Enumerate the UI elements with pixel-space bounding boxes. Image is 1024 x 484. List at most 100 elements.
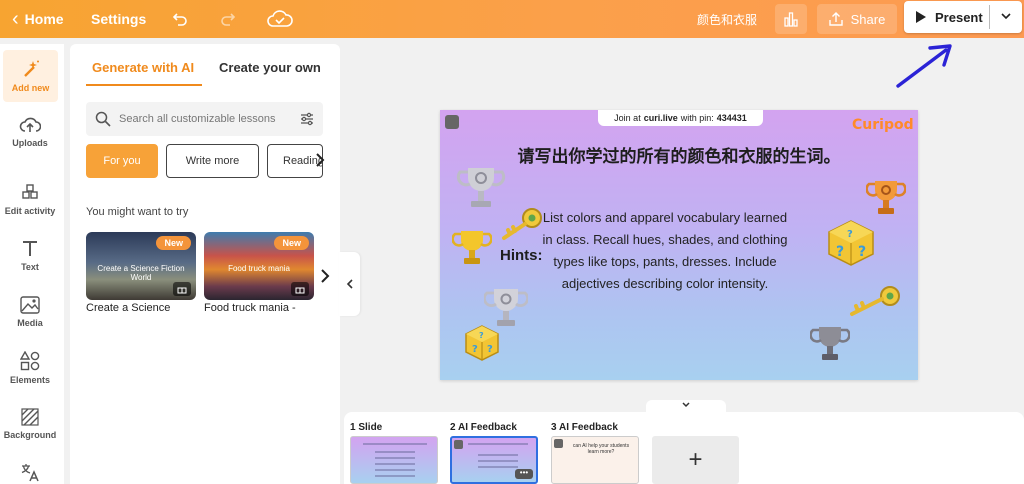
slide-thumb-label: 2 AI Feedback	[450, 422, 517, 433]
present-label: Present	[935, 9, 983, 25]
active-tab-indicator	[86, 84, 202, 86]
curipod-logo: Curipod	[852, 117, 914, 133]
silver-trophy-icon	[456, 168, 506, 207]
thumb-text: can AI help your students learn more?	[572, 443, 630, 455]
suggestion-card[interactable]: New Food truck mania	[204, 232, 314, 300]
home-label: Home	[24, 11, 64, 27]
join-pin-bar: Join at curi.live with pin: 434431	[598, 110, 763, 126]
card-title[interactable]: Create a Science	[86, 302, 170, 314]
rail-label: Edit activity	[4, 206, 56, 216]
chevron-down-icon	[682, 402, 690, 408]
rail-translate[interactable]	[0, 448, 60, 484]
top-bar: ‹ Home Settings 颜色和衣服 Share	[0, 0, 1024, 38]
chip-write-more[interactable]: Write more	[166, 144, 259, 178]
thumb-line	[478, 454, 518, 456]
slide-thumbnail-selected[interactable]: •••	[450, 436, 538, 484]
present-button[interactable]: Present	[904, 1, 1022, 33]
gift-icon	[173, 282, 191, 296]
rail-edit-activity[interactable]: Edit activity	[0, 174, 60, 226]
slide-filmstrip: 1 Slide 2 AI Feedback 3 AI Feedback ••• …	[344, 412, 1024, 484]
rail-label: Text	[21, 262, 39, 272]
rail-background[interactable]: Background	[0, 398, 60, 450]
question-cube-icon: ???	[828, 220, 874, 266]
join-mid: with pin:	[680, 113, 714, 123]
thumb-line	[375, 463, 415, 465]
rail-add-new[interactable]: Add new	[3, 50, 58, 102]
magic-wand-icon	[23, 60, 39, 77]
annotation-arrow-icon	[896, 44, 952, 88]
share-button[interactable]: Share	[817, 4, 897, 34]
cubes-icon	[22, 184, 38, 199]
stats-button[interactable]	[775, 4, 807, 34]
present-divider	[989, 5, 990, 29]
more-options-button[interactable]: •••	[515, 469, 533, 479]
question-cube-icon: ???	[465, 325, 499, 361]
add-slide-button[interactable]: +	[652, 436, 739, 484]
text-t-icon	[23, 241, 37, 256]
rail-label: Media	[17, 318, 43, 328]
thumb-line	[375, 451, 415, 453]
slide-thumb-label: 1 Slide	[350, 422, 383, 433]
tab-generate-with-ai[interactable]: Generate with AI	[92, 60, 194, 75]
card-caption: Food truck mania	[228, 264, 290, 273]
gold-key-icon	[850, 286, 900, 316]
suggestion-card[interactable]: New Create a Science Fiction World	[86, 232, 196, 300]
rail-text[interactable]: Text	[0, 230, 60, 282]
search-placeholder: Search all customizable lessons	[119, 113, 276, 125]
thumb-line	[478, 466, 518, 468]
lesson-title[interactable]: 颜色和衣服	[697, 0, 757, 38]
thumb-line	[375, 469, 415, 471]
play-icon	[916, 11, 926, 23]
rail-elements[interactable]: Elements	[0, 342, 60, 394]
slide-type-icon	[554, 439, 563, 448]
chevron-right-icon[interactable]	[319, 268, 331, 284]
undo-icon[interactable]	[172, 0, 188, 38]
svg-text:?: ?	[487, 344, 493, 355]
expand-filmstrip-button[interactable]	[646, 400, 726, 412]
redo-icon[interactable]	[220, 0, 236, 38]
hint-text[interactable]: List colors and apparel vocabulary learn…	[540, 207, 790, 295]
home-button[interactable]: ‹ Home	[12, 0, 64, 38]
rail-label: Add new	[11, 83, 50, 93]
search-icon	[95, 111, 111, 127]
lesson-search-input[interactable]: Search all customizable lessons	[86, 102, 323, 136]
hints-label[interactable]: Hints:	[500, 247, 543, 264]
chevron-down-icon[interactable]	[999, 9, 1013, 23]
settings-button[interactable]: Settings	[91, 0, 146, 38]
translate-icon	[21, 464, 39, 482]
rail-label: Elements	[9, 375, 51, 385]
join-pin: 434431	[716, 113, 747, 123]
collapse-panel-button[interactable]	[339, 252, 360, 316]
new-badge: New	[274, 236, 309, 250]
rail-label: Uploads	[12, 138, 48, 148]
filter-sliders-icon[interactable]	[300, 112, 314, 126]
upload-cloud-icon	[19, 117, 41, 132]
shapes-icon	[20, 351, 40, 371]
suggestions-heading: You might want to try	[86, 206, 189, 218]
card-title[interactable]: Food truck mania -	[204, 302, 296, 314]
slide-canvas[interactable]: Join at curi.live with pin: 434431 Curip…	[440, 110, 918, 380]
hatch-icon	[21, 408, 39, 426]
tools-rail: Add new Uploads Edit activity Text Media…	[0, 44, 64, 484]
gold-trophy-icon	[452, 231, 492, 264]
join-site: curi.live	[643, 113, 678, 123]
rail-label: Background	[3, 430, 57, 440]
thumb-line	[363, 443, 427, 445]
chevron-right-icon[interactable]	[314, 152, 326, 168]
tab-create-your-own[interactable]: Create your own	[219, 60, 321, 75]
image-icon	[20, 296, 40, 314]
slide-thumbnail[interactable]	[350, 436, 438, 484]
thumb-line	[375, 457, 415, 459]
cloud-saved-icon[interactable]	[266, 0, 294, 38]
slide-thumb-label: 3 AI Feedback	[551, 422, 618, 433]
chevron-left-icon: ‹	[12, 7, 19, 30]
rail-uploads[interactable]: Uploads	[0, 106, 60, 158]
rail-media[interactable]: Media	[0, 286, 60, 338]
slide-thumbnail[interactable]: can AI help your students learn more?	[551, 436, 639, 484]
new-badge: New	[156, 236, 191, 250]
svg-text:?: ?	[472, 344, 478, 355]
chip-for-you[interactable]: For you	[86, 144, 158, 178]
slide-question[interactable]: 请写出你学过的所有的颜色和衣服的生词。	[440, 142, 918, 167]
join-prefix: Join at	[614, 113, 641, 123]
generate-panel: Generate with AI Create your own Search …	[70, 44, 340, 484]
